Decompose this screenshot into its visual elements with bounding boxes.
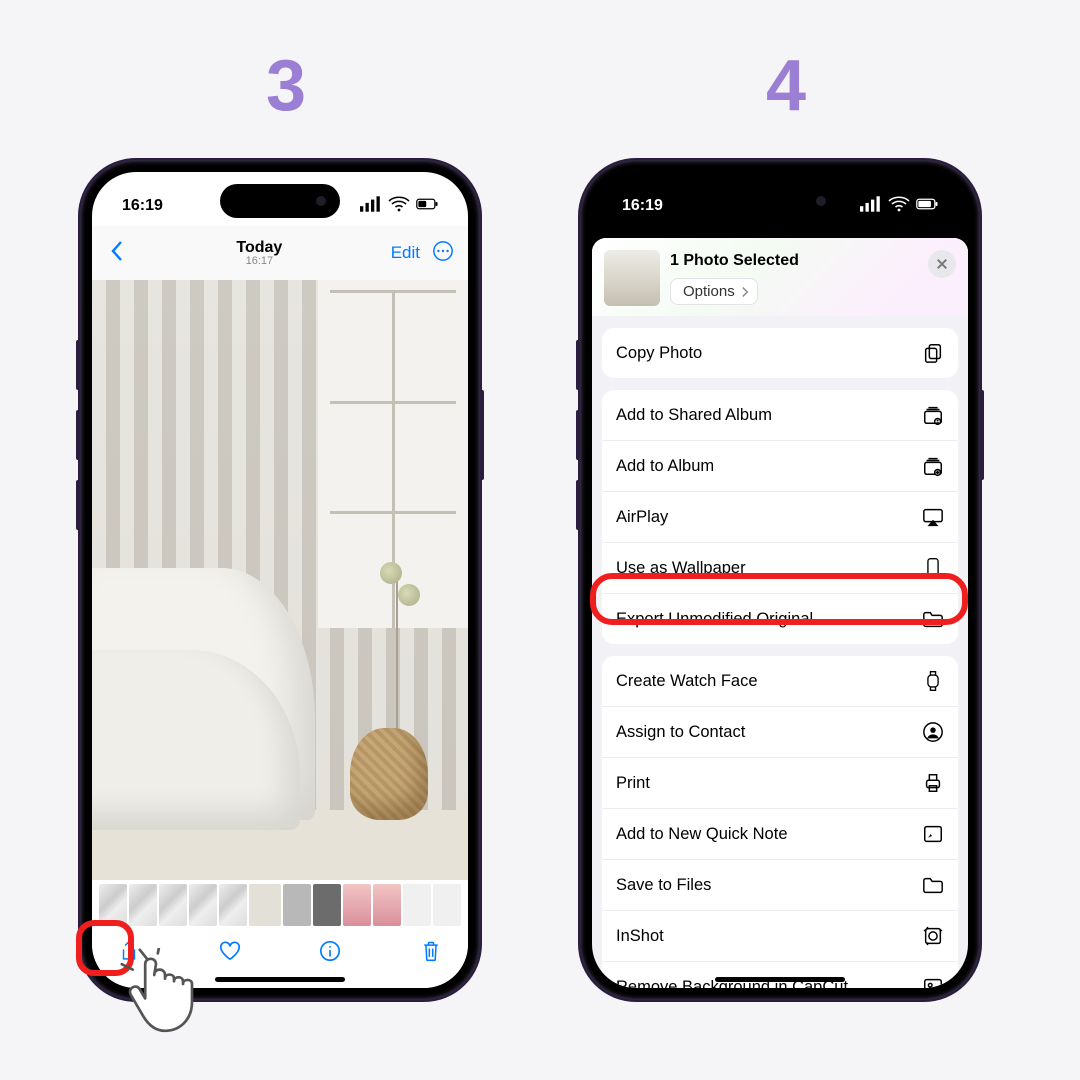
folder-icon	[922, 608, 944, 630]
thumb[interactable]	[283, 884, 311, 926]
thumb[interactable]	[373, 884, 401, 926]
cellular-icon	[360, 193, 382, 220]
more-button[interactable]	[432, 240, 454, 267]
action-add-to-new-quick-note[interactable]: Add to New Quick Note	[602, 808, 958, 859]
action-label: Add to New Quick Note	[616, 825, 788, 844]
back-button[interactable]	[106, 240, 128, 267]
status-time: 16:19	[622, 197, 663, 215]
nav-subtitle-text: 16:17	[128, 255, 391, 267]
photo-viewport[interactable]	[92, 280, 468, 880]
thumb[interactable]	[159, 884, 187, 926]
tap-cursor-icon	[120, 948, 210, 1038]
watch-icon	[922, 670, 944, 692]
action-airplay[interactable]: AirPlay	[602, 491, 958, 542]
thumb[interactable]	[189, 884, 217, 926]
close-button[interactable]	[928, 250, 956, 278]
nav-title: Today 16:17	[128, 239, 391, 267]
action-label: Use as Wallpaper	[616, 559, 746, 578]
status-right	[360, 193, 438, 220]
action-label: Add to Shared Album	[616, 406, 772, 425]
image-icon	[922, 976, 944, 988]
action-label: Add to Album	[616, 457, 714, 476]
thumb[interactable]	[129, 884, 157, 926]
share-title: 1 Photo Selected	[670, 252, 928, 270]
home-indicator[interactable]	[715, 977, 845, 982]
action-assign-to-contact[interactable]: Assign to Contact	[602, 706, 958, 757]
thumb-selected[interactable]	[249, 884, 281, 926]
dynamic-island	[220, 184, 340, 218]
share-sheet-wrap: 1 Photo Selected Options Copy Photo Add t…	[592, 172, 968, 988]
action-label: Export Unmodified Original	[616, 610, 813, 629]
action-remove-background-in-capcut[interactable]: Remove Background in CapCut	[602, 961, 958, 988]
action-label: Save to Files	[616, 876, 711, 895]
thumb[interactable]	[219, 884, 247, 926]
action-label: InShot	[616, 927, 664, 946]
photo-plant	[396, 570, 398, 730]
thumb[interactable]	[343, 884, 371, 926]
action-print[interactable]: Print	[602, 757, 958, 808]
phone-frame-4: 16:19 1 Photo Selected O	[580, 160, 980, 1000]
action-label: Create Watch Face	[616, 672, 758, 691]
inshot-icon	[922, 925, 944, 947]
action-inshot[interactable]: InShot	[602, 910, 958, 961]
status-time: 16:19	[122, 197, 163, 215]
edit-button[interactable]: Edit	[391, 243, 420, 263]
thumbnail-strip[interactable]	[92, 882, 468, 928]
nav-bar: Today 16:17 Edit	[92, 226, 468, 280]
action-add-to-shared-album[interactable]: Add to Shared Album	[602, 390, 958, 440]
action-label: Print	[616, 774, 650, 793]
contact-icon	[922, 721, 944, 743]
options-button[interactable]: Options	[670, 278, 758, 305]
options-label: Options	[683, 283, 735, 300]
home-indicator[interactable]	[215, 977, 345, 982]
note-icon	[922, 823, 944, 845]
share-sheet: 1 Photo Selected Options Copy Photo Add t…	[592, 238, 968, 988]
action-group: Add to Shared Album Add to Album AirPlay Us…	[602, 390, 958, 644]
battery-icon	[916, 193, 938, 220]
action-group: Create Watch Face Assign to Contact Print A…	[602, 656, 958, 988]
phone-icon	[922, 557, 944, 579]
wifi-icon	[388, 193, 410, 220]
thumb[interactable]	[313, 884, 341, 926]
action-create-watch-face[interactable]: Create Watch Face	[602, 656, 958, 706]
shared-album-icon	[922, 404, 944, 426]
status-right	[860, 193, 938, 220]
trash-button[interactable]	[420, 940, 442, 967]
folder-icon	[922, 874, 944, 896]
step-number-3: 3	[266, 45, 306, 127]
action-label: Assign to Contact	[616, 723, 745, 742]
battery-icon	[416, 193, 438, 220]
copy-icon	[922, 342, 944, 364]
action-add-to-album[interactable]: Add to Album	[602, 440, 958, 491]
action-label: Copy Photo	[616, 344, 702, 363]
info-button[interactable]	[319, 940, 341, 967]
phone-frame-3: 16:19 Today 16:17 Ed	[80, 160, 480, 1000]
favorite-button[interactable]	[219, 940, 241, 967]
screen-3: 16:19 Today 16:17 Ed	[92, 172, 468, 988]
thumb[interactable]	[433, 884, 461, 926]
action-group: Copy Photo	[602, 328, 958, 378]
step-number-4: 4	[766, 45, 806, 127]
dynamic-island	[720, 184, 840, 218]
action-label: AirPlay	[616, 508, 668, 527]
album-icon	[922, 455, 944, 477]
action-use-as-wallpaper[interactable]: Use as Wallpaper	[602, 542, 958, 593]
share-thumbnail	[604, 250, 660, 306]
screen-4: 16:19 1 Photo Selected O	[592, 172, 968, 988]
thumb[interactable]	[99, 884, 127, 926]
airplay-icon	[922, 506, 944, 528]
action-save-to-files[interactable]: Save to Files	[602, 859, 958, 910]
print-icon	[922, 772, 944, 794]
share-sheet-header: 1 Photo Selected Options	[592, 238, 968, 316]
wifi-icon	[888, 193, 910, 220]
action-export-unmodified-original[interactable]: Export Unmodified Original	[602, 593, 958, 644]
action-copy-photo[interactable]: Copy Photo	[602, 328, 958, 378]
photo-basket	[350, 728, 428, 820]
cellular-icon	[860, 193, 882, 220]
thumb[interactable]	[403, 884, 431, 926]
